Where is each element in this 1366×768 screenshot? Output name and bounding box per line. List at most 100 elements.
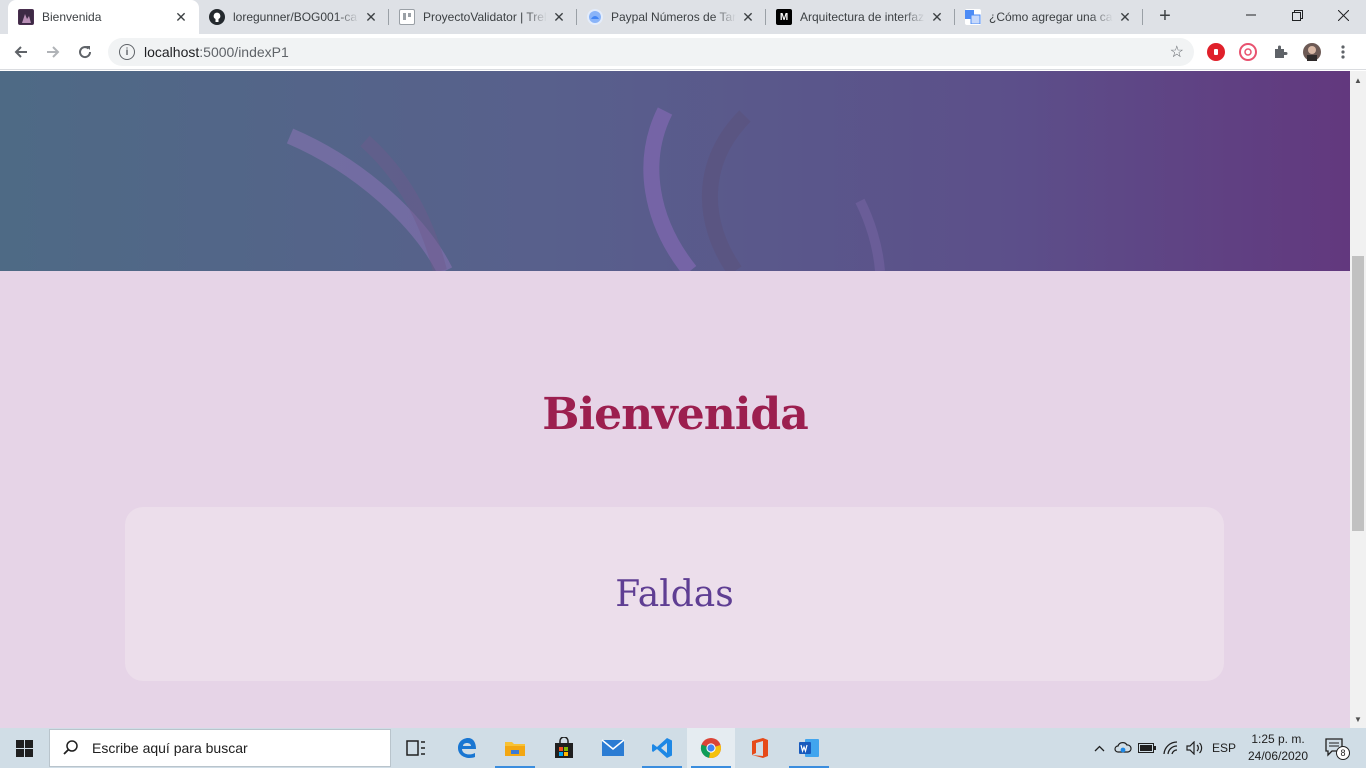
close-tab-icon[interactable]: ✕ [173,9,189,25]
search-icon [63,740,78,755]
url-path: :5000/indexP1 [199,44,289,60]
back-arrow-icon [14,46,27,58]
tab-bienvenida[interactable]: Bienvenida ✕ [8,0,199,34]
tab-title: Paypal Números de Tarj [611,10,736,24]
battery-icon [1138,743,1156,753]
close-tab-icon[interactable]: ✕ [551,9,567,25]
store-bag-icon [555,737,573,758]
taskbar-file-explorer-app[interactable] [491,728,539,768]
close-window-button[interactable] [1320,0,1366,30]
tab-trello[interactable]: ProyectoValidator | Trell ✕ [389,0,577,34]
sync-extension-icon[interactable] [1239,43,1257,61]
taskbar-store-app[interactable] [540,728,588,768]
more-vert-icon [1341,45,1345,59]
chevron-up-icon [1094,745,1104,751]
decorative-streaks [286,107,885,271]
url-text: localhost:5000/indexP1 [144,44,289,60]
tab-paypal[interactable]: Paypal Números de Tarj ✕ [577,0,766,34]
office-icon [752,738,768,758]
tab-github[interactable]: loregunner/BOG001-ca ✕ [199,0,389,34]
word-icon [799,739,819,757]
tab-title: ProyectoValidator | Trell [423,10,547,24]
taskbar-edge-app[interactable] [443,728,491,768]
taskbar-office-app[interactable] [736,728,784,768]
site-info-icon[interactable]: i [119,44,135,60]
tab-title: ¿Cómo agregar una capa [989,10,1113,24]
taskbar-clock[interactable]: 1:25 p. m. 24/06/2020 [1240,731,1316,765]
action-center-button[interactable]: 8 [1318,728,1354,768]
translate-icon [965,9,981,25]
reload-icon [79,46,92,59]
tab-separator [1142,9,1143,25]
notification-count-badge: 8 [1336,746,1350,760]
tab-strip: Bienvenida ✕ loregunner/BOG001-ca ✕ Proy… [0,0,1366,34]
adblock-extension-icon[interactable] [1207,43,1225,61]
tab-medium[interactable]: M Arquitectura de interfaz ✕ [766,0,955,34]
minimize-icon [1246,14,1256,16]
tab-title: Bienvenida [42,10,102,24]
taskbar-word-app[interactable] [785,728,833,768]
restore-icon [1291,9,1303,21]
battery-tray[interactable] [1136,728,1158,768]
speaker-icon [1186,741,1203,755]
cloud-sync-icon [1114,742,1132,753]
bookmark-star-icon[interactable]: ☆ [1170,42,1184,62]
page-title: Bienvenida [542,389,808,440]
extensions-puzzle-icon[interactable] [1271,43,1289,61]
restore-button[interactable] [1274,0,1320,30]
start-button[interactable] [0,728,48,768]
task-view-icon [406,740,425,756]
close-tab-icon[interactable]: ✕ [929,9,945,25]
medium-icon: M [776,9,792,25]
vscode-icon [652,738,672,758]
chrome-menu-button[interactable] [1333,39,1353,65]
tab-title: loregunner/BOG001-ca [233,10,358,24]
wifi-tray[interactable] [1160,728,1182,768]
close-tab-icon[interactable]: ✕ [363,9,379,25]
forward-button[interactable] [40,39,66,65]
scroll-down-arrow-icon[interactable]: ▼ [1350,712,1366,726]
close-tab-icon[interactable]: ✕ [1117,9,1133,25]
trello-icon [399,9,415,25]
github-icon [209,9,225,25]
scroll-up-arrow-icon[interactable]: ▲ [1350,73,1366,87]
minimize-button[interactable] [1228,0,1274,30]
address-bar[interactable]: i localhost:5000/indexP1 ☆ [108,38,1194,66]
wifi-icon [1163,741,1178,755]
hero-banner-image [0,71,1350,271]
tab-capa[interactable]: ¿Cómo agregar una capa ✕ [955,0,1143,34]
chrome-icon [700,738,721,758]
windows-logo-icon [15,739,33,757]
mail-icon [601,739,625,756]
globe-icon [587,9,603,25]
url-host: localhost [144,44,200,60]
input-language-indicator[interactable]: ESP [1208,728,1240,768]
task-view-button[interactable] [392,728,440,768]
new-tab-button[interactable]: + [1154,6,1176,28]
page-viewport: Bienvenida Faldas [0,71,1350,728]
taskbar-vscode-app[interactable] [638,728,686,768]
clock-time: 1:25 p. m. [1251,732,1305,746]
reload-button[interactable] [72,39,98,65]
windows-taskbar: Escribe aquí para buscar ESP 1:25 p. m. … [0,728,1366,768]
tab-title: Arquitectura de interfaz [800,10,925,24]
onedrive-sync-tray[interactable] [1112,728,1134,768]
taskbar-search-box[interactable]: Escribe aquí para buscar [49,729,391,767]
volume-tray[interactable] [1184,728,1206,768]
search-placeholder: Escribe aquí para buscar [92,740,248,756]
scrollbar-thumb[interactable] [1352,256,1364,531]
edge-icon [458,738,476,758]
page-scrollbar[interactable]: ▲ ▼ [1350,71,1366,728]
close-tab-icon[interactable]: ✕ [740,9,756,25]
back-button[interactable] [8,39,34,65]
profile-avatar[interactable] [1303,43,1321,61]
taskbar-chrome-app[interactable] [687,728,735,768]
show-hidden-icons-button[interactable] [1090,728,1108,768]
taskbar-mail-app[interactable] [589,728,637,768]
close-window-icon [1337,9,1349,21]
category-card-faldas[interactable]: Faldas [125,507,1224,681]
browser-toolbar: i localhost:5000/indexP1 ☆ [0,34,1366,70]
category-label: Faldas [615,573,734,615]
forward-arrow-icon [47,46,60,58]
page-thumbnail-icon [18,9,34,25]
